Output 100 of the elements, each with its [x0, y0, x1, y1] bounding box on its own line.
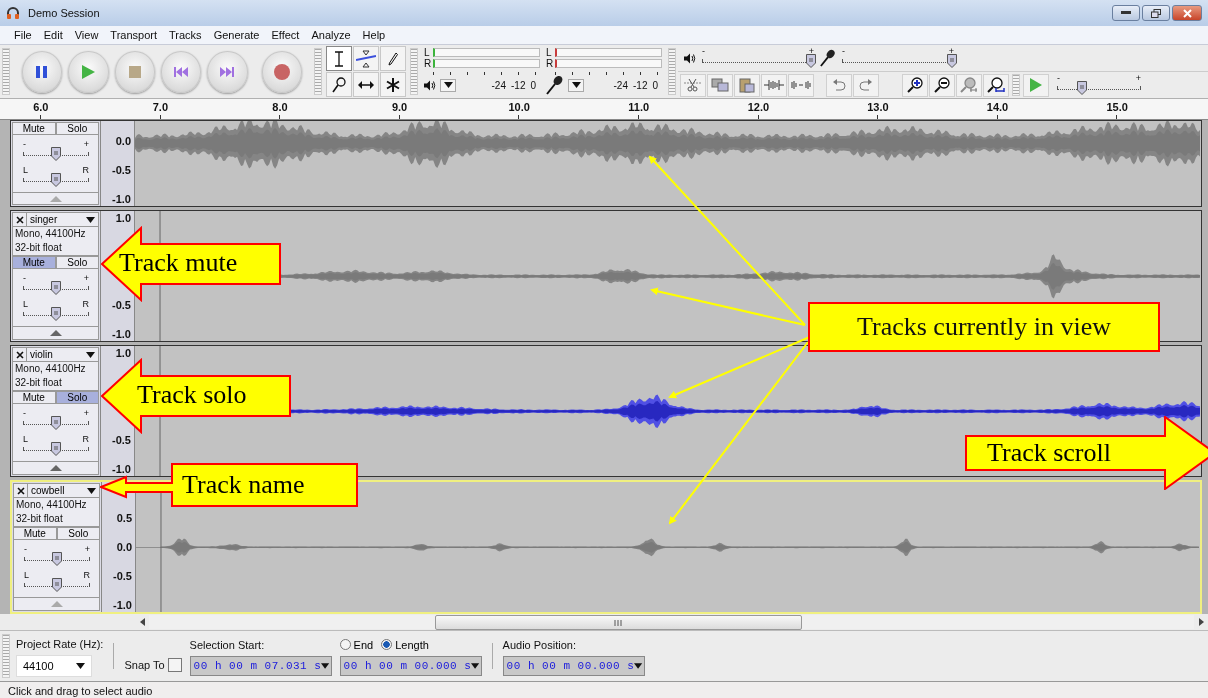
timeline-ruler[interactable]: 6.0 7.0 8.0 9.0 10.0 11.0 12.0 13.0 14.0 15.0 — [0, 99, 1208, 120]
solo-button[interactable]: Solo — [56, 527, 100, 541]
radio-option[interactable]: Length — [381, 638, 429, 651]
mute-button[interactable]: Mute — [12, 256, 56, 270]
time-field[interactable]: 00 h 00 m 07.031 s — [189, 655, 332, 676]
collapse-button[interactable] — [12, 327, 99, 340]
slider-thumb[interactable] — [1077, 81, 1088, 95]
meter-menu-button[interactable] — [440, 78, 456, 92]
menu-item[interactable]: Edit — [42, 29, 64, 41]
gain-slider[interactable]: - + — [23, 274, 89, 297]
collapse-button[interactable] — [12, 462, 99, 475]
menu-item[interactable]: Tracks — [168, 29, 203, 41]
record-button[interactable] — [261, 50, 302, 93]
output-volume-slider[interactable]: - + — [702, 47, 814, 69]
slider-thumb[interactable] — [52, 578, 62, 593]
undo-button[interactable] — [826, 73, 852, 97]
slider-thumb[interactable] — [51, 173, 61, 187]
time-shift-tool-button[interactable] — [353, 72, 379, 97]
meter-menu-button[interactable] — [568, 78, 584, 92]
pan-slider[interactable]: L R — [23, 166, 89, 188]
zoom-tool-button[interactable] — [326, 72, 352, 97]
pause-button[interactable] — [22, 50, 63, 93]
selection-tool-button[interactable] — [326, 46, 352, 71]
gain-slider[interactable]: - + — [23, 409, 89, 432]
zoom-in-button[interactable] — [902, 73, 928, 97]
project-rate-dropdown[interactable]: 44100 — [16, 654, 92, 677]
skip-to-end-button[interactable] — [207, 50, 248, 93]
solo-button[interactable]: Solo — [55, 122, 99, 135]
menu-item[interactable]: Analyze — [310, 29, 352, 41]
cut-button[interactable] — [680, 73, 706, 97]
caret-icon — [86, 351, 95, 358]
menu-item[interactable]: Generate — [212, 29, 261, 41]
toolbar-grip[interactable] — [2, 48, 10, 95]
restore-icon — [1151, 8, 1161, 18]
zoom-out-button[interactable] — [929, 73, 955, 97]
input-volume-slider[interactable]: - + — [842, 47, 954, 69]
toolbar-grip[interactable] — [410, 48, 418, 95]
meter-scale-label: -12 — [633, 79, 648, 91]
toolbar-grip[interactable] — [668, 48, 676, 95]
close-button[interactable] — [1172, 5, 1202, 21]
time-field[interactable]: 00 h 00 m 00.000 s — [502, 655, 645, 676]
gain-slider[interactable]: - + — [23, 140, 89, 162]
trim-button[interactable] — [761, 73, 787, 97]
trim-icon — [764, 79, 784, 91]
slider-thumb[interactable] — [51, 442, 61, 457]
radio-button[interactable] — [381, 639, 393, 650]
slider-thumb[interactable] — [51, 281, 61, 296]
pan-slider[interactable]: L R — [24, 571, 90, 594]
pan-slider[interactable]: L R — [23, 300, 89, 323]
toolbar-grip[interactable] — [1012, 74, 1020, 96]
radio-option[interactable]: End — [339, 638, 374, 651]
scrollbar-thumb[interactable] — [435, 615, 802, 630]
playback-speed-slider[interactable]: - + — [1057, 74, 1141, 96]
snap-to-checkbox[interactable] — [167, 658, 182, 672]
scale-label: -0.5 — [112, 434, 131, 446]
slider-thumb[interactable] — [946, 54, 957, 68]
mute-button[interactable]: Mute — [13, 527, 57, 541]
multi-tool-button[interactable] — [380, 72, 406, 97]
radio-button[interactable] — [339, 639, 351, 650]
track-name-button[interactable]: singer — [27, 213, 98, 227]
skip-to-start-button[interactable] — [161, 50, 202, 93]
slider-thumb[interactable] — [52, 552, 62, 567]
scale-label: -1.0 — [112, 328, 131, 340]
slider-label: R — [82, 434, 89, 445]
meter-scale-label: 0 — [530, 79, 536, 91]
slider-thumb[interactable] — [805, 54, 816, 68]
slider-thumb[interactable] — [51, 147, 61, 161]
caret-icon — [471, 662, 480, 669]
restore-button[interactable] — [1142, 5, 1170, 21]
meter-scale-label: -24 — [613, 79, 628, 91]
envelope-tool-button[interactable] — [353, 46, 379, 71]
toolbar-grip[interactable] — [2, 634, 10, 678]
toolbar-grip[interactable] — [314, 48, 322, 95]
time-field[interactable]: 00 h 00 m 00.000 s — [339, 655, 482, 676]
slider-thumb[interactable] — [51, 307, 61, 322]
copy-button[interactable] — [707, 73, 733, 97]
fit-project-button[interactable] — [983, 73, 1009, 97]
mute-button[interactable]: Mute — [12, 391, 56, 405]
mute-button[interactable]: Mute — [12, 122, 56, 135]
slider-label: + — [948, 46, 954, 56]
horizontal-scrollbar[interactable] — [149, 615, 1194, 629]
speaker-icon — [684, 52, 696, 64]
menu-item[interactable]: Transport — [109, 29, 159, 41]
minimize-button[interactable] — [1112, 5, 1140, 21]
record-icon — [272, 62, 291, 81]
redo-button[interactable] — [853, 73, 879, 97]
pencil-tool-button[interactable] — [380, 46, 406, 71]
pan-slider[interactable]: L R — [23, 435, 89, 458]
gain-slider[interactable]: - + — [24, 545, 90, 568]
menu-item[interactable]: Help — [361, 29, 387, 41]
menu-item[interactable]: View — [73, 29, 100, 41]
menu-item[interactable]: File — [13, 29, 33, 41]
solo-button[interactable]: Solo — [55, 256, 99, 270]
solo-button[interactable]: Solo — [55, 391, 99, 405]
menu-item[interactable]: Effect — [270, 29, 301, 41]
slider-label: + — [808, 46, 814, 56]
ruler-label: 13.0 — [867, 101, 889, 113]
silence-button[interactable] — [788, 73, 814, 97]
paste-button[interactable] — [734, 73, 760, 97]
slider-thumb[interactable] — [51, 416, 61, 431]
